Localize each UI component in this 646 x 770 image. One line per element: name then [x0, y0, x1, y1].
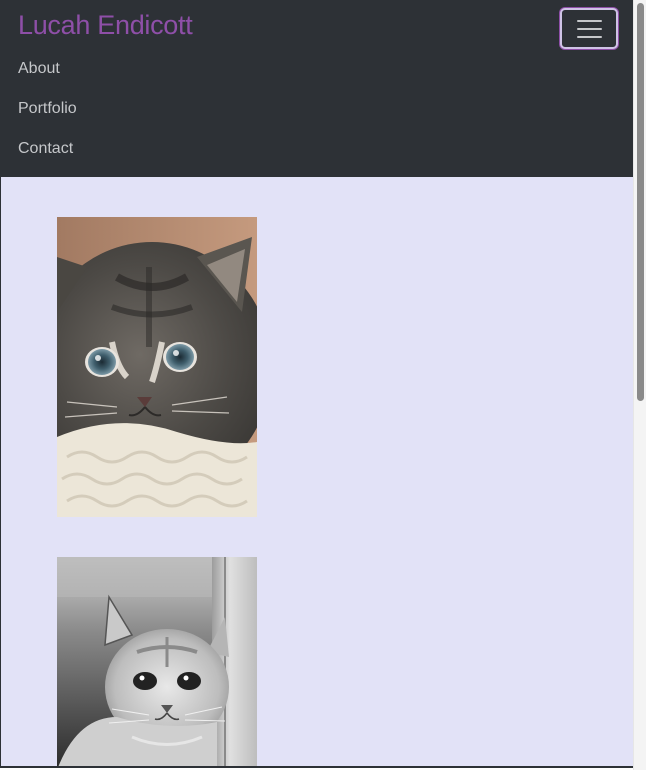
black-and-white-kitten-photo	[57, 557, 257, 766]
hamburger-menu-icon	[577, 20, 602, 38]
tabby-kitten-photo	[57, 217, 257, 517]
scrollbar[interactable]	[633, 0, 646, 770]
nav-link-contact[interactable]: Contact	[18, 130, 77, 170]
nav-link-portfolio[interactable]: Portfolio	[18, 90, 77, 130]
navbar: Lucah Endicott About Portfolio Contact	[1, 0, 633, 177]
scrollbar-thumb[interactable]	[637, 3, 644, 401]
navbar-toggler-button[interactable]	[560, 8, 618, 49]
nav-links: About Portfolio Contact	[18, 50, 77, 170]
page: Lucah Endicott About Portfolio Contact	[0, 0, 633, 768]
navbar-brand[interactable]: Lucah Endicott	[18, 8, 193, 42]
nav-link-about[interactable]: About	[18, 50, 77, 90]
